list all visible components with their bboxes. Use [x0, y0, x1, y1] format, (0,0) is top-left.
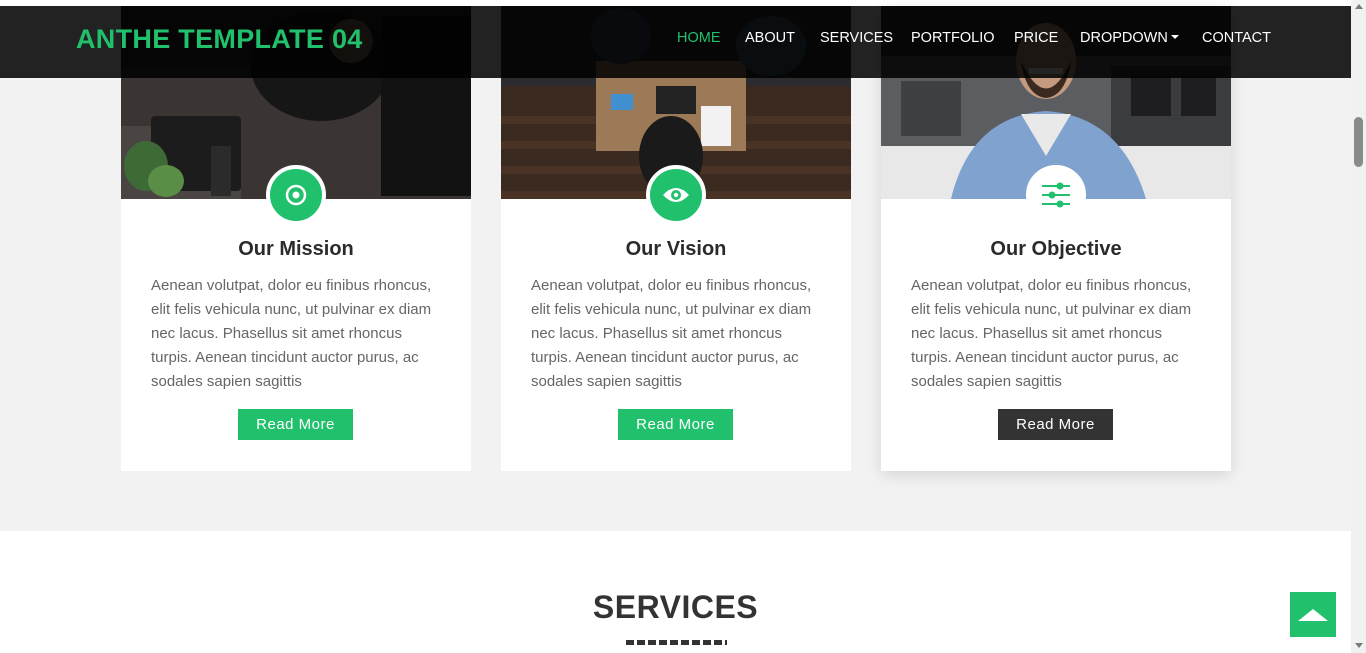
scroll-to-top-button[interactable] [1290, 592, 1336, 637]
nav-dropdown[interactable]: DROPDOWN [1080, 30, 1179, 46]
scrollbar-thumb[interactable] [1354, 117, 1363, 167]
objective-read-more-button[interactable]: Read More [998, 409, 1113, 440]
nav-home[interactable]: HOME [677, 30, 721, 46]
vision-title: Our Vision [625, 238, 727, 260]
scrollbar-up-arrow-icon[interactable] [1355, 4, 1363, 9]
arrow-up-icon [1298, 608, 1328, 621]
mission-title: Our Mission [238, 238, 354, 260]
services-divider [626, 640, 727, 645]
objective-text: Aenean volutpat, dolor eu finibus rhoncu… [911, 277, 1192, 390]
brand-logo[interactable]: ANTHE TEMPLATE 04 [76, 24, 363, 55]
scrollbar-down-arrow-icon[interactable] [1355, 643, 1363, 648]
mission-text: Aenean volutpat, dolor eu finibus rhoncu… [151, 277, 432, 390]
objective-title: Our Objective [990, 238, 1122, 260]
nav-about[interactable]: ABOUT [745, 30, 795, 46]
nav-portfolio[interactable]: PORTFOLIO [911, 30, 995, 46]
caret-down-icon [1170, 35, 1179, 39]
nav-dropdown-label: DROPDOWN [1080, 30, 1168, 46]
navbar: ANTHE TEMPLATE 04 HOME ABOUT SERVICES PO… [0, 6, 1351, 78]
services-heading: SERVICES [592, 589, 759, 625]
mission-read-more-button[interactable]: Read More [238, 409, 353, 440]
target-icon [266, 165, 326, 225]
sliders-icon [1026, 165, 1086, 225]
nav-services[interactable]: SERVICES [820, 30, 893, 46]
vision-read-more-button[interactable]: Read More [618, 409, 733, 440]
nav-price[interactable]: PRICE [1014, 30, 1058, 46]
eye-icon [646, 165, 706, 225]
vision-text: Aenean volutpat, dolor eu finibus rhoncu… [531, 277, 812, 390]
nav-contact[interactable]: CONTACT [1202, 30, 1271, 46]
scrollbar[interactable] [1351, 0, 1366, 653]
